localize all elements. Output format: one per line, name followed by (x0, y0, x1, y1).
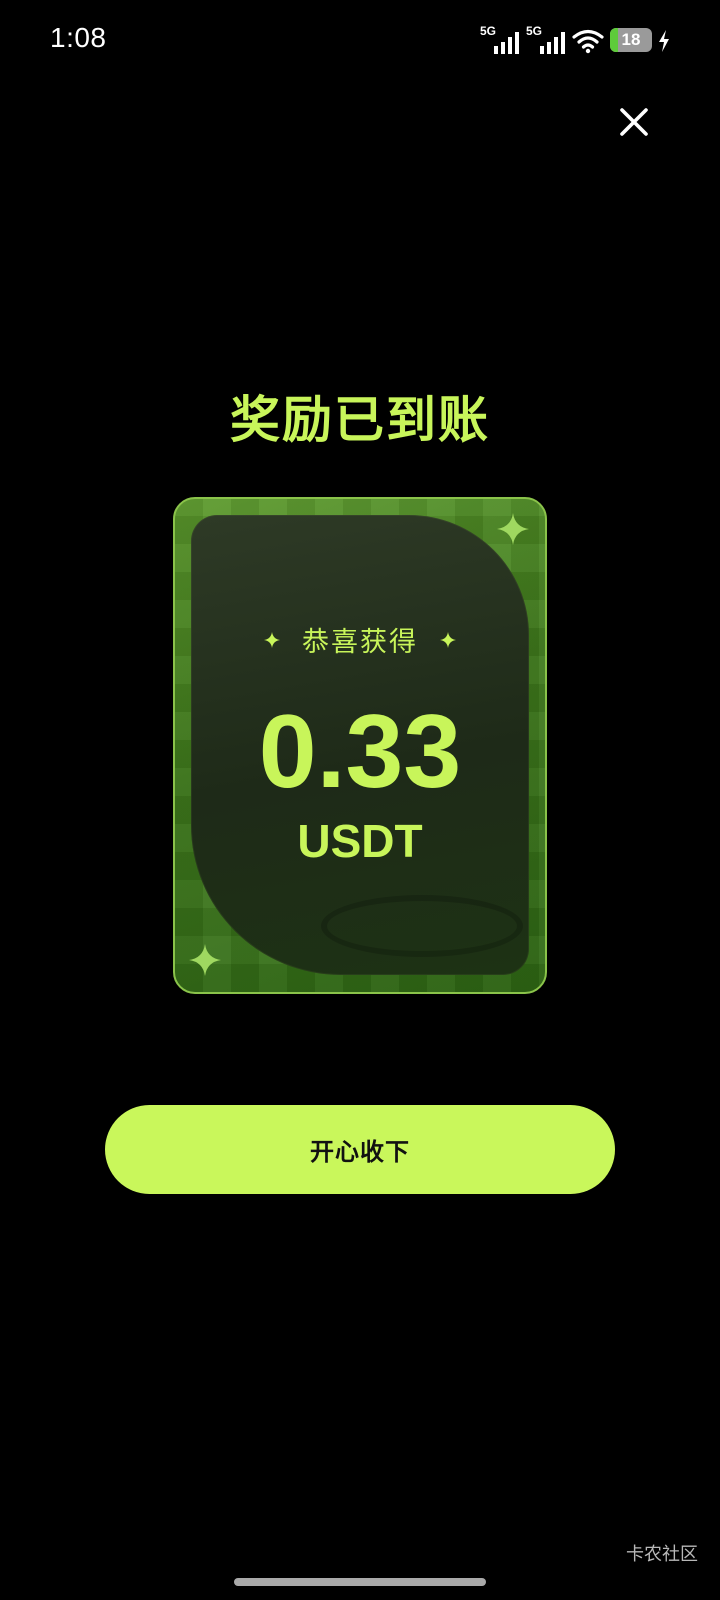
charging-icon (659, 30, 669, 52)
dialog-title: 奖励已到账 (230, 391, 490, 449)
close-button[interactable] (612, 100, 656, 144)
reward-amount: 0.33 (258, 694, 462, 810)
watermark: 卡农社区 (626, 1544, 698, 1565)
sparkle-icon (497, 513, 529, 545)
battery-icon: 18 (610, 28, 652, 52)
sparkle-icon (440, 631, 456, 648)
home-indicator[interactable] (234, 1578, 486, 1586)
status-time: 1:08 (50, 22, 107, 53)
reward-currency: USDT (297, 815, 423, 867)
congrats-row: 恭喜获得 (0, 620, 720, 659)
battery-level: 18 (621, 30, 641, 49)
decorative-ellipse (321, 895, 523, 957)
close-icon (620, 108, 648, 136)
sim1-signal-icon: 5G (480, 24, 520, 54)
wifi-icon (572, 29, 604, 54)
sparkle-icon (264, 631, 280, 648)
sim2-signal-icon: 5G (526, 24, 566, 54)
sparkle-icon (189, 944, 221, 976)
status-icons: 5G 5G 18 (480, 24, 670, 54)
reward-dialog-screen: 1:08 5G 5G 18 奖励已到账 恭喜获得 0.33 USDT 开心收下 … (0, 0, 720, 1600)
accept-button[interactable]: 开心收下 (105, 1105, 615, 1194)
congrats-label: 恭喜获得 (302, 627, 418, 658)
status-bar: 1:08 5G 5G 18 (0, 0, 720, 80)
